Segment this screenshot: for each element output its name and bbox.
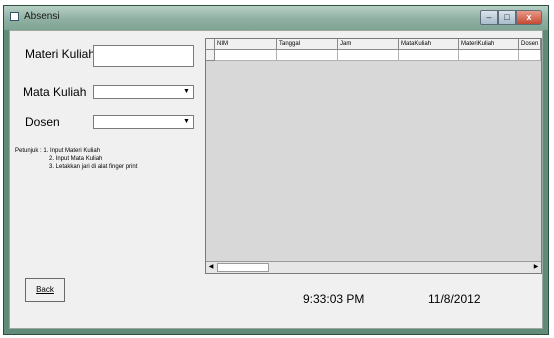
mata-kuliah-label: Mata Kuliah — [23, 85, 87, 99]
scroll-right-icon[interactable]: ▶ — [531, 262, 541, 273]
grid-header-row: NIM Tanggal Jam MataKuliah MateriKuliah … — [206, 39, 541, 50]
form-client-area: Materi Kuliah Mata Kuliah ▼ Dosen ▼ Petu… — [9, 30, 543, 329]
instruction-line-3: 3. Letakkan jari di alat finger print — [49, 164, 138, 170]
scroll-left-icon[interactable]: ◀ — [206, 262, 216, 273]
column-header-jam[interactable]: Jam — [338, 39, 399, 50]
dosen-label: Dosen — [25, 115, 60, 129]
close-button[interactable]: x — [516, 10, 542, 25]
app-icon — [10, 12, 19, 21]
chevron-down-icon[interactable]: ▼ — [181, 117, 192, 127]
table-row[interactable] — [206, 50, 541, 61]
cell-jam[interactable] — [338, 50, 399, 61]
attendance-grid[interactable]: NIM Tanggal Jam MataKuliah MateriKuliah … — [205, 38, 542, 274]
window-controls: – □ x — [480, 10, 542, 25]
back-button[interactable]: Back — [25, 278, 65, 302]
dosen-select[interactable]: ▼ — [93, 115, 194, 129]
cell-tanggal[interactable] — [277, 50, 338, 61]
instruction-line-1: Petunjuk : 1. Input Materi Kuliah — [15, 148, 101, 154]
cell-materikuliah[interactable] — [459, 50, 519, 61]
column-header-materikuliah[interactable]: MateriKuliah — [459, 39, 519, 50]
absensi-window: Absensi – □ x Materi Kuliah Mata Kuliah … — [3, 5, 549, 335]
materi-kuliah-label: Materi Kuliah — [25, 47, 96, 61]
column-header-matakuliah[interactable]: MataKuliah — [399, 39, 459, 50]
grid-corner — [206, 39, 215, 50]
column-header-dosen[interactable]: Dosen — [519, 39, 541, 50]
column-header-tanggal[interactable]: Tanggal — [277, 39, 338, 50]
minimize-button[interactable]: – — [480, 10, 498, 25]
horizontal-scrollbar[interactable]: ◀ ▶ — [206, 261, 541, 273]
current-date: 11/8/2012 — [428, 292, 481, 306]
window-title: Absensi — [24, 11, 60, 22]
instruction-line-2: 2. Input Mata Kuliah — [49, 156, 103, 162]
column-header-nim[interactable]: NIM — [215, 39, 277, 50]
maximize-button[interactable]: □ — [498, 10, 516, 25]
cell-nim[interactable] — [215, 50, 277, 61]
scroll-thumb[interactable] — [217, 263, 269, 272]
cell-matakuliah[interactable] — [399, 50, 459, 61]
back-button-label: Back — [36, 285, 54, 294]
chevron-down-icon[interactable]: ▼ — [181, 87, 192, 97]
row-header[interactable] — [206, 50, 215, 61]
mata-kuliah-select[interactable]: ▼ — [93, 85, 194, 99]
clock-time: 9:33:03 PM — [303, 292, 365, 306]
materi-kuliah-input[interactable] — [93, 45, 194, 67]
cell-dosen[interactable] — [519, 50, 541, 61]
title-bar[interactable]: Absensi – □ x — [4, 6, 548, 30]
